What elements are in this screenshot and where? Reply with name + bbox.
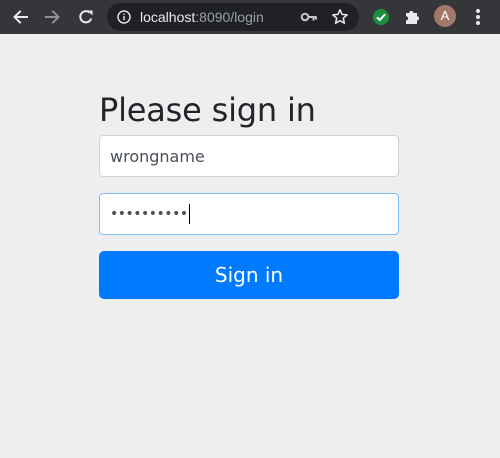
forward-arrow-icon[interactable] (41, 5, 65, 29)
page-title: Please sign in (99, 91, 316, 129)
profile-avatar[interactable]: A (434, 5, 456, 27)
reload-icon[interactable] (74, 5, 98, 29)
puzzle-icon[interactable] (400, 5, 424, 29)
sign-in-button[interactable]: Sign in (99, 251, 399, 299)
url-host: localhost (140, 9, 196, 25)
check-circle-icon[interactable] (369, 5, 393, 29)
browser-toolbar: localhost:8090/login A (0, 0, 500, 34)
info-icon[interactable] (117, 10, 131, 24)
url-text[interactable]: localhost:8090/login (140, 9, 264, 25)
key-icon[interactable] (300, 9, 318, 25)
url-path: :8090/login (195, 9, 264, 25)
address-bar[interactable]: localhost:8090/login (107, 3, 359, 31)
star-icon[interactable] (331, 8, 349, 26)
username-input[interactable]: wrongname (99, 135, 399, 177)
text-caret (188, 204, 190, 224)
password-value: •••••••••• (110, 206, 188, 222)
password-input[interactable]: •••••••••• (99, 193, 399, 235)
back-arrow-icon[interactable] (8, 5, 32, 29)
username-value: wrongname (110, 146, 205, 166)
kebab-menu-icon[interactable] (466, 5, 490, 29)
